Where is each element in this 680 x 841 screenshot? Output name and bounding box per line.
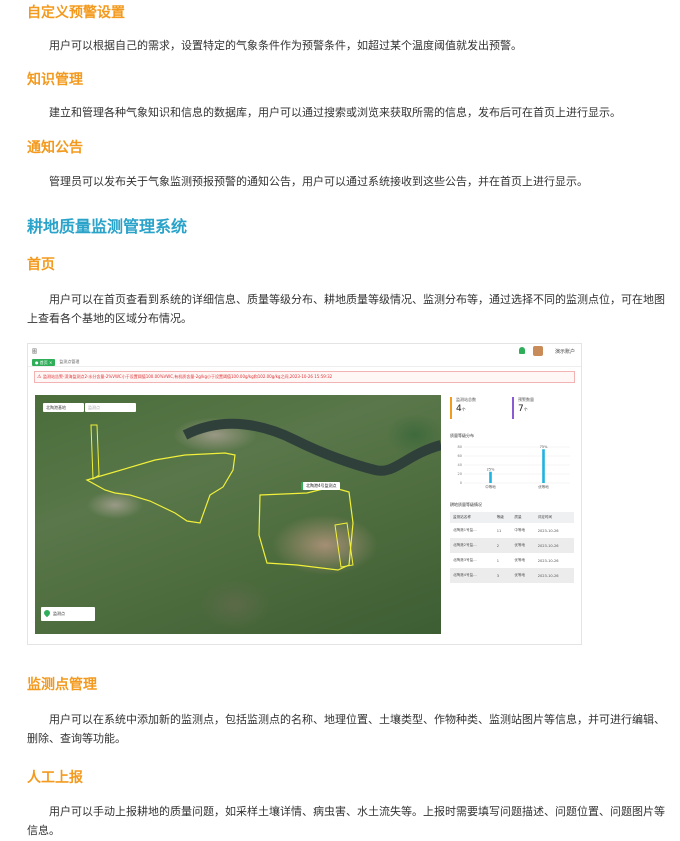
cell-station: 北陶港4号监... <box>450 568 494 583</box>
col-level: 等级 <box>493 512 512 523</box>
section-title-knowledge: 知识管理 <box>27 72 83 88</box>
bar <box>489 471 492 483</box>
section-text-notice: 管理员可以发布关于气象监测预报预警的通知公告，用户可以通过系统接收到这些公告，并… <box>49 175 588 188</box>
data-label: 25% <box>487 467 495 471</box>
col-eval-time: 评定时间 <box>534 512 574 523</box>
map-legend-label: 监测点 <box>53 611 65 616</box>
table-row[interactable]: 北陶港2号监... 2 优等地 2023-10-26 <box>450 538 574 553</box>
dashboard-screenshot: 图 演示账户 ● 首页 × 监测点管理 监测站告警-滨海监测点2-水分含量-2%… <box>27 343 582 645</box>
cell-level: 2 <box>493 538 512 553</box>
section-text-custom-alert: 用户可以根据自己的需求，设置特定的气象条件作为预警条件，如超过某个温度阈值就发出… <box>49 39 522 52</box>
base-select[interactable]: 北陶港基地 <box>43 403 84 412</box>
stat-value: 7个 <box>518 404 528 414</box>
stat-alert-count: 预警数量 7个 <box>512 397 566 419</box>
cell-quality: 优等地 <box>511 568 535 583</box>
system-title: 耕地质量监测管理系统 <box>27 217 188 236</box>
tab-home[interactable]: ● 首页 × <box>32 358 56 366</box>
section-text-home: 用户可以在首页查看到系统的详细信息、质量等级分布、耕地质量等级情况、监测分布等，… <box>27 293 665 325</box>
col-quality: 质量 <box>511 512 535 523</box>
cell-time: 2023-10-26 <box>534 568 574 583</box>
cell-time: 2023-10-26 <box>534 538 574 553</box>
cell-time: 2023-10-26 <box>537 558 559 563</box>
map-legend: 监测点 <box>41 607 95 621</box>
field-boundary-east <box>258 486 354 571</box>
user-name[interactable]: 演示账户 <box>555 348 575 355</box>
monitor-point-search[interactable]: 监测点 <box>85 403 136 412</box>
satellite-map[interactable]: 北陶港基地 监测点 北陶港4号监测点 监测点 <box>35 395 441 634</box>
section-title-custom-alert: 自定义预警设置 <box>27 5 125 21</box>
field-boundary-north <box>85 452 236 524</box>
col-station-name: 监测站名称 <box>450 512 494 523</box>
section-text-monitor-point: 用户可以在系统中添加新的监测点，包括监测点的名称、地理位置、土壤类型、作物种类、… <box>27 713 665 745</box>
bar <box>542 449 545 483</box>
field-boundary-strip <box>334 522 354 568</box>
section-text-manual-report: 用户可以手动上报耕地的质量问题，如采样土壤详情、病虫害、水土流失等。上报时需要填… <box>27 805 665 837</box>
cell-station: 北陶港3号监... <box>453 558 477 562</box>
stat-station-count: 监测站总数 4个 <box>450 397 504 419</box>
app-logo: 图 <box>32 348 38 355</box>
chart-section-title: 质量等级分布 <box>450 433 474 438</box>
location-pin-icon <box>42 608 52 618</box>
y-tick-label: 80 <box>458 445 462 449</box>
y-tick-label: 0 <box>460 481 462 485</box>
cell-level: 11 <box>496 528 502 533</box>
y-tick-label: 20 <box>458 472 462 476</box>
cell-station: 北陶港1号监... <box>453 528 477 532</box>
y-tick-label: 40 <box>458 463 462 467</box>
alert-banner: 监测站告警-滨海监测点2-水分含量-2%VWC小于设置阈值100.00%VWC,… <box>34 371 575 383</box>
table-row[interactable]: 北陶港3号监... 1 优等地 2023-10-26 <box>450 553 574 568</box>
screenshot-header: 图 演示账户 <box>28 344 581 358</box>
cell-quality: 中等地 <box>514 528 526 532</box>
cell-quality: 优等地 <box>514 558 526 562</box>
y-tick-label: 60 <box>458 454 462 458</box>
section-text-knowledge: 建立和管理各种气象知识和信息的数据库，用户可以通过搜索或浏览来获取所需的信息，发… <box>49 106 621 119</box>
quality-level-table: 监测站名称 等级 质量 评定时间 北陶港1号监... 11 中等地 2023-1… <box>450 512 574 583</box>
map-overlay <box>85 418 441 571</box>
section-title-manual-report: 人工上报 <box>27 770 83 786</box>
quality-level-chart: 0 20 40 60 80 25% 中等地 75% 优等地 <box>458 445 570 489</box>
x-tick-label: 中等地 <box>485 484 496 489</box>
table-header-row: 监测站名称 等级 质量 评定时间 <box>450 512 574 523</box>
table-row[interactable]: 北陶港1号监... 11 中等地 2023-10-26 <box>450 523 574 538</box>
monitor-point-tooltip[interactable]: 北陶港4号监测点 <box>301 482 340 490</box>
river <box>182 418 441 476</box>
cell-level: 3 <box>493 568 512 583</box>
cell-station: 北陶港2号监... <box>450 538 494 553</box>
cell-time: 2023-10-26 <box>537 528 559 533</box>
levels-section-title: 耕地质量等级情况 <box>450 502 482 507</box>
section-title-monitor-point: 监测点管理 <box>27 677 97 693</box>
cell-level: 1 <box>496 558 499 563</box>
avatar[interactable] <box>533 346 543 356</box>
stat-value: 4个 <box>456 404 466 414</box>
tab-monitor-point[interactable]: 监测点管理 <box>59 359 79 365</box>
x-tick-label: 优等地 <box>538 484 549 489</box>
section-title-notice: 通知公告 <box>27 140 83 156</box>
bell-icon[interactable] <box>519 347 525 354</box>
cell-quality: 优等地 <box>511 538 535 553</box>
table-row[interactable]: 北陶港4号监... 3 优等地 2023-10-26 <box>450 568 574 583</box>
side-panel: 监测站总数 4个 预警数量 7个 质量等级分布 0 20 40 60 80 25% 中等地 7… <box>446 395 578 634</box>
tab-bar: ● 首页 × 监测点管理 <box>28 358 581 367</box>
field-boundary-west <box>90 424 100 480</box>
section-title-home: 首页 <box>27 257 55 273</box>
data-label: 75% <box>540 445 548 449</box>
